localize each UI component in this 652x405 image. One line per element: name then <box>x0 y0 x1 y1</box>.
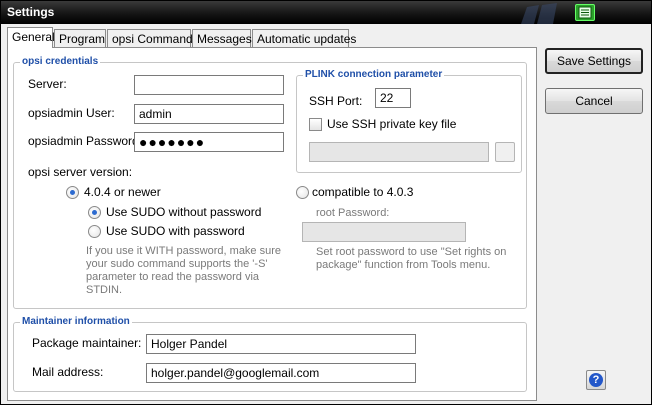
server-input[interactable] <box>134 75 284 95</box>
maintainer-group: Maintainer information Package maintaine… <box>13 316 527 392</box>
version-404-label[interactable]: 4.0.4 or newer <box>84 185 161 199</box>
package-maintainer-label: Package maintainer: <box>32 336 142 350</box>
ssh-private-key-label[interactable]: Use SSH private key file <box>327 117 456 131</box>
help-button[interactable]: ? <box>586 370 606 390</box>
opsi-credentials-legend: opsi credentials <box>20 56 101 67</box>
general-panel: opsi credentials Server: opsiadmin User:… <box>7 47 537 401</box>
help-icon: ? <box>589 373 603 387</box>
app-icon[interactable] <box>575 4 595 21</box>
version-404-radio[interactable] <box>66 186 79 199</box>
tab-messages[interactable]: Messages <box>192 29 252 47</box>
compatible-403-label[interactable]: compatible to 4.0.3 <box>312 185 413 199</box>
mail-address-label: Mail address: <box>32 365 104 379</box>
sudo-with-password-label[interactable]: Use SUDO with password <box>106 224 245 238</box>
sudo-with-password-radio[interactable] <box>88 225 101 238</box>
package-maintainer-input[interactable]: Holger Pandel <box>146 334 416 354</box>
opsiadmin-user-label: opsiadmin User: <box>28 106 115 120</box>
opsiadmin-password-input[interactable]: ●●●●●●● <box>134 132 284 152</box>
sudo-note: If you use it WITH password, make sure y… <box>86 245 282 296</box>
root-password-note: Set root password to use "Set rights on … <box>316 246 507 271</box>
sudo-without-password-label[interactable]: Use SUDO without password <box>106 205 261 219</box>
window-title: Settings <box>7 5 55 19</box>
sudo-without-password-radio[interactable] <box>88 206 101 219</box>
maintainer-legend: Maintainer information <box>20 316 132 327</box>
ssh-port-input[interactable]: 22 <box>375 88 411 108</box>
ssh-port-label: SSH Port: <box>309 94 363 108</box>
compatible-403-radio[interactable] <box>296 186 309 199</box>
tab-program[interactable]: Program <box>54 29 106 47</box>
settings-window: Settings General Program opsi Commands M… <box>0 0 652 405</box>
plink-legend: PLINK connection parameter <box>303 69 445 80</box>
plink-group: PLINK connection parameter SSH Port: 22 … <box>296 69 522 173</box>
ssh-key-file-input[interactable] <box>309 142 489 162</box>
opsiadmin-password-label: opsiadmin Password: <box>28 134 143 148</box>
cancel-button[interactable]: Cancel <box>545 88 643 114</box>
tab-general[interactable]: General <box>7 27 55 48</box>
ssh-private-key-checkbox[interactable] <box>309 118 322 131</box>
tab-automatic-updates[interactable]: Automatic updates <box>252 29 356 47</box>
windows-logo-icon <box>521 3 557 24</box>
opsi-credentials-group: opsi credentials Server: opsiadmin User:… <box>13 56 527 309</box>
title-bar[interactable]: Settings <box>1 1 651 24</box>
tab-opsi-commands[interactable]: opsi Commands <box>107 29 199 47</box>
server-label: Server: <box>28 77 67 91</box>
browse-key-file-button[interactable] <box>495 142 515 162</box>
root-password-label: root Password: <box>316 207 390 219</box>
opsiadmin-user-input[interactable]: admin <box>134 104 284 124</box>
mail-address-input[interactable]: holger.pandel@googlemail.com <box>146 363 416 383</box>
save-settings-button[interactable]: Save Settings <box>545 48 643 74</box>
root-password-input[interactable] <box>302 222 466 242</box>
opsi-server-version-label: opsi server version: <box>28 165 133 179</box>
